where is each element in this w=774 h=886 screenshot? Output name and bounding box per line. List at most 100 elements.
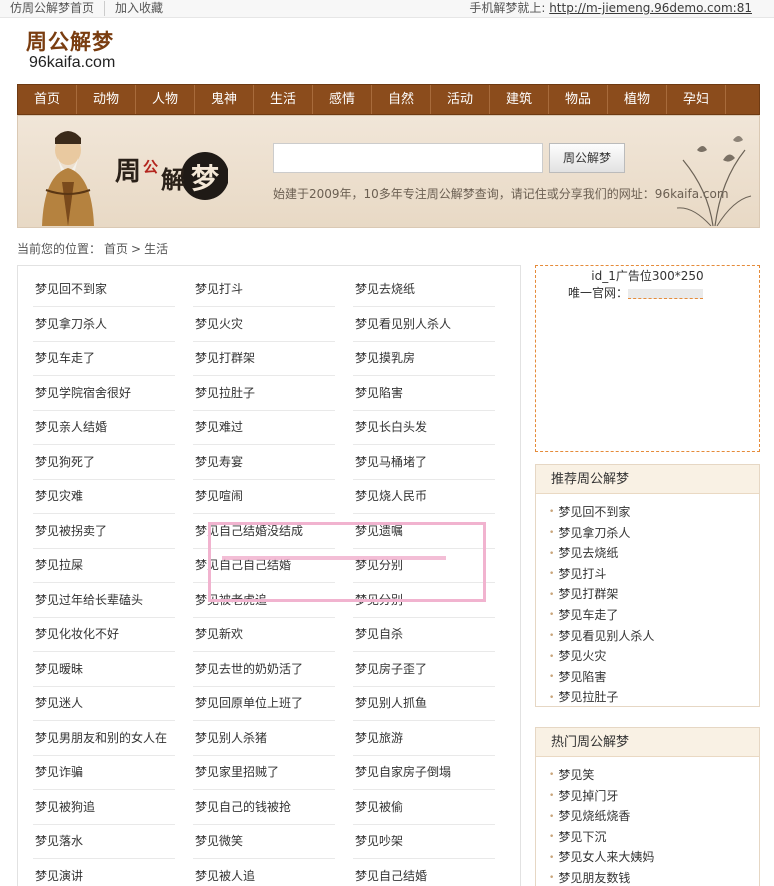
dream-item[interactable]: 梦见被老虎追 — [193, 584, 353, 619]
dream-item-link[interactable]: 梦见学院宿舍很好 — [33, 377, 175, 411]
dream-item-link[interactable]: 梦见拿刀杀人 — [33, 308, 175, 342]
dream-item-link[interactable]: 梦见诈骗 — [33, 756, 175, 790]
recommend-item[interactable]: 梦见打群架 — [549, 584, 759, 605]
dream-item[interactable]: 梦见吵架 — [353, 825, 513, 860]
recommend-item[interactable]: 梦见打斗 — [549, 564, 759, 585]
dream-item[interactable]: 梦见过年给长辈磕头 — [33, 584, 193, 619]
dream-item-link[interactable]: 梦见迷人 — [33, 687, 175, 721]
dream-item[interactable]: 梦见暧昧 — [33, 653, 193, 688]
dream-item[interactable]: 梦见诈骗 — [33, 756, 193, 791]
dream-item-link[interactable]: 梦见房子歪了 — [353, 653, 495, 687]
dream-item-link[interactable]: 梦见拉屎 — [33, 549, 175, 583]
hot-item[interactable]: 梦见朋友数钱 — [549, 868, 759, 886]
dream-item-link[interactable]: 梦见狗死了 — [33, 446, 175, 480]
nav-item[interactable]: 孕妇 — [667, 85, 726, 114]
dream-item-link[interactable]: 梦见自杀 — [353, 618, 495, 652]
recommend-item[interactable]: 梦见看见别人杀人 — [549, 626, 759, 647]
dream-item[interactable]: 梦见摸乳房 — [353, 342, 513, 377]
nav-item[interactable]: 生活 — [254, 85, 313, 114]
dream-item-link[interactable]: 梦见打群架 — [193, 342, 335, 376]
dream-item-link[interactable]: 梦见回不到家 — [33, 273, 175, 307]
dream-item[interactable]: 梦见去世的奶奶活了 — [193, 653, 353, 688]
dream-item[interactable]: 梦见演讲 — [33, 860, 193, 886]
recommend-item[interactable]: 梦见去烧纸 — [549, 543, 759, 564]
dream-item[interactable]: 梦见自家房子倒塌 — [353, 756, 513, 791]
dream-item[interactable]: 梦见长白头发 — [353, 411, 513, 446]
nav-item[interactable]: 建筑 — [490, 85, 549, 114]
dream-item[interactable]: 梦见拉肚子 — [193, 377, 353, 412]
dream-item-link[interactable]: 梦见化妆化不好 — [33, 618, 175, 652]
breadcrumb-home[interactable]: 首页 — [104, 242, 128, 256]
hot-item[interactable]: 梦见下沉 — [549, 827, 759, 848]
dream-item-link[interactable]: 梦见遗嘱 — [353, 515, 495, 549]
dream-item[interactable]: 梦见陷害 — [353, 377, 513, 412]
dream-item[interactable]: 梦见被狗追 — [33, 791, 193, 826]
hot-item[interactable]: 梦见女人来大姨妈 — [549, 847, 759, 868]
dream-item[interactable]: 梦见被偷 — [353, 791, 513, 826]
dream-item[interactable]: 梦见落水 — [33, 825, 193, 860]
dream-item-link[interactable]: 梦见被狗追 — [33, 791, 175, 825]
dream-item[interactable]: 梦见房子歪了 — [353, 653, 513, 688]
dream-item[interactable]: 梦见寿宴 — [193, 446, 353, 481]
dream-item-link[interactable]: 梦见自己的钱被抢 — [193, 791, 335, 825]
recommend-item[interactable]: 梦见陷害 — [549, 667, 759, 688]
dream-item[interactable]: 梦见被人追 — [193, 860, 353, 886]
dream-item-link[interactable]: 梦见去世的奶奶活了 — [193, 653, 335, 687]
dream-item-link[interactable]: 梦见自己结婚没结成 — [193, 515, 335, 549]
dream-item[interactable]: 梦见别人抓鱼 — [353, 687, 513, 722]
search-button[interactable]: 周公解梦 — [549, 143, 625, 173]
mobile-url-link[interactable]: http://m-jiemeng.96demo.com:81 — [549, 1, 752, 15]
nav-item[interactable]: 动物 — [77, 85, 136, 114]
dream-item-link[interactable]: 梦见暧昧 — [33, 653, 175, 687]
nav-item[interactable]: 人物 — [136, 85, 195, 114]
dream-item-link[interactable]: 梦见演讲 — [33, 860, 175, 886]
dream-item-link[interactable]: 梦见被老虎追 — [193, 584, 335, 618]
dream-item[interactable]: 梦见别人杀猪 — [193, 722, 353, 757]
dream-item[interactable]: 梦见自杀 — [353, 618, 513, 653]
dream-item[interactable]: 梦见被拐卖了 — [33, 515, 193, 550]
dream-item[interactable]: 梦见火灾 — [193, 308, 353, 343]
dream-item[interactable]: 梦见新欢 — [193, 618, 353, 653]
dream-item[interactable]: 梦见回原单位上班了 — [193, 687, 353, 722]
dream-item[interactable]: 梦见迷人 — [33, 687, 193, 722]
dream-item-link[interactable]: 梦见摸乳房 — [353, 342, 495, 376]
dream-item-link[interactable]: 梦见落水 — [33, 825, 175, 859]
dream-item-link[interactable]: 梦见别人抓鱼 — [353, 687, 495, 721]
dream-item[interactable]: 梦见亲人结婚 — [33, 411, 193, 446]
dream-item-link[interactable]: 梦见看见别人杀人 — [353, 308, 495, 342]
dream-item-link[interactable]: 梦见过年给长辈磕头 — [33, 584, 175, 618]
dream-item[interactable]: 梦见打斗 — [193, 273, 353, 308]
nav-item[interactable]: 植物 — [608, 85, 667, 114]
dream-item-link[interactable]: 梦见分别 — [353, 549, 495, 583]
dream-item-link[interactable]: 梦见自家房子倒塌 — [353, 756, 495, 790]
dream-item[interactable]: 梦见化妆化不好 — [33, 618, 193, 653]
nav-item[interactable]: 物品 — [549, 85, 608, 114]
dream-item-link[interactable]: 梦见去烧纸 — [353, 273, 495, 307]
hot-item[interactable]: 梦见笑 — [549, 765, 759, 786]
dream-item-link[interactable]: 梦见被人追 — [193, 860, 335, 886]
dream-item[interactable]: 梦见狗死了 — [33, 446, 193, 481]
dream-item-link[interactable]: 梦见自己结婚 — [353, 860, 495, 886]
nav-item[interactable]: 首页 — [18, 85, 77, 114]
dream-item[interactable]: 梦见马桶堵了 — [353, 446, 513, 481]
nav-item[interactable]: 鬼神 — [195, 85, 254, 114]
dream-item-link[interactable]: 梦见被偷 — [353, 791, 495, 825]
nav-item[interactable]: 感情 — [313, 85, 372, 114]
dream-item[interactable]: 梦见自己结婚 — [353, 860, 513, 886]
dream-item-link[interactable]: 梦见新欢 — [193, 618, 335, 652]
dream-item-link[interactable]: 梦见长白头发 — [353, 411, 495, 445]
dream-item-link[interactable]: 梦见自己自己结婚 — [193, 549, 335, 583]
dream-item-link[interactable]: 梦见男朋友和别的女人在 — [33, 722, 175, 756]
dream-item[interactable]: 梦见分别 — [353, 549, 513, 584]
hot-item[interactable]: 梦见掉门牙 — [549, 786, 759, 807]
dream-item-link[interactable]: 梦见吵架 — [353, 825, 495, 859]
dream-item[interactable]: 梦见学院宿舍很好 — [33, 377, 193, 412]
dream-item[interactable]: 梦见自己自己结婚 — [193, 549, 353, 584]
site-logo[interactable]: 周公解梦 96kaifa.com — [26, 30, 146, 74]
recommend-item[interactable]: 梦见车走了 — [549, 605, 759, 626]
breadcrumb-current[interactable]: 生活 — [144, 242, 168, 256]
recommend-item[interactable]: 梦见火灾 — [549, 646, 759, 667]
dream-item[interactable]: 梦见喧闹 — [193, 480, 353, 515]
dream-item[interactable]: 梦见分别 — [353, 584, 513, 619]
dream-item-link[interactable]: 梦见分别 — [353, 584, 495, 618]
